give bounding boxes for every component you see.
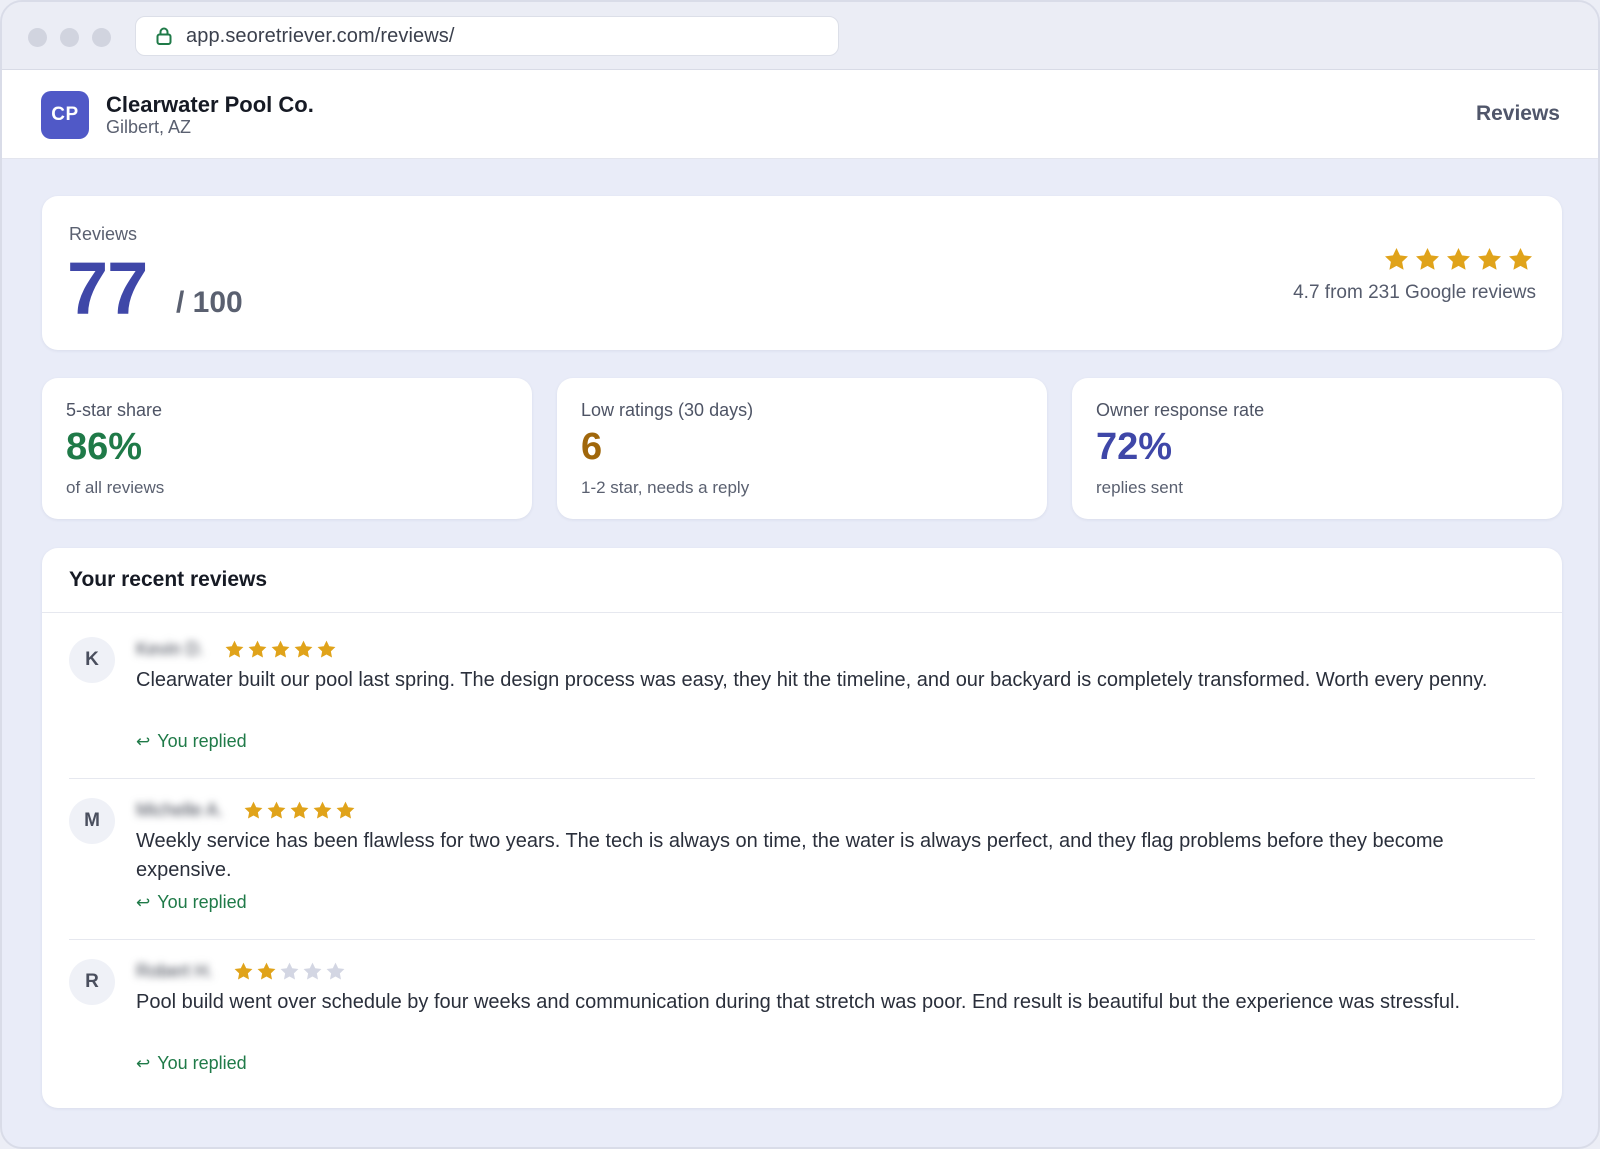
star-icon (313, 801, 332, 818)
star-icon (280, 962, 299, 979)
divider (42, 612, 1562, 613)
address-bar[interactable]: app.seoretriever.com/reviews/ (135, 16, 839, 56)
reviewer-name-blurred: Robert H. (136, 960, 214, 981)
score-value: 77 (67, 247, 148, 330)
nav-reviews-link[interactable]: Reviews (1476, 102, 1560, 126)
browser-chrome: app.seoretriever.com/reviews/ (2, 2, 1598, 70)
divider (69, 778, 1535, 779)
star-icon (303, 962, 322, 979)
star-icon (326, 962, 345, 979)
app-header: CP Clearwater Pool Co. Gilbert, AZ Revie… (2, 70, 1598, 159)
reply-status-label: You replied (157, 1053, 247, 1073)
reviewer-name-blurred: Michelle A. (136, 799, 224, 820)
reply-arrow-icon: ↩ (136, 731, 151, 751)
review-stars (243, 800, 356, 821)
star-icon (290, 801, 309, 818)
star-icon (1447, 248, 1470, 270)
star-icon (271, 640, 290, 657)
recent-reviews-title: Your recent reviews (69, 568, 268, 591)
metric-card-low-ratings: Low ratings (30 days) 6 1-2 star, needs … (557, 378, 1047, 519)
review-text: Pool build went over schedule by four we… (136, 991, 1461, 1013)
star-icon (1416, 248, 1439, 270)
lock-icon (156, 27, 172, 45)
metric-subtext: of all reviews (66, 478, 165, 497)
window-minimize-dot[interactable] (60, 28, 79, 47)
metric-label: Low ratings (30 days) (581, 400, 754, 420)
metric-value: 6 (581, 426, 603, 468)
metric-card-response-rate: Owner response rate 72% replies sent (1072, 378, 1562, 519)
reply-arrow-icon: ↩ (136, 892, 151, 912)
star-icon (267, 801, 286, 818)
reviews-score-card: Reviews 77 / 100 4.7 from 231 Google rev… (42, 196, 1562, 350)
score-label: Reviews (69, 224, 138, 244)
metric-subtext: replies sent (1096, 478, 1183, 497)
business-logo: CP (41, 91, 89, 139)
star-icon (317, 640, 336, 657)
metric-value: 72% (1096, 426, 1173, 468)
review-text: Weekly service has been flawless for two… (136, 830, 1444, 881)
recent-reviews-card: Your recent reviews K Kevin D. Clearwate… (42, 548, 1562, 1108)
reply-status-label: You replied (157, 731, 247, 751)
star-icon (1478, 248, 1501, 270)
google-rating-stars (1383, 246, 1534, 273)
metric-label: Owner response rate (1096, 400, 1265, 420)
star-icon (244, 801, 263, 818)
reviewer-avatar: K (69, 637, 115, 683)
reply-arrow-icon: ↩ (136, 1053, 151, 1073)
google-rating-text: 4.7 from 231 Google reviews (1293, 282, 1536, 303)
window-close-dot[interactable] (28, 28, 47, 47)
star-icon (257, 962, 276, 979)
reply-status[interactable]: ↩ You replied (136, 1053, 247, 1074)
reviewer-avatar: R (69, 959, 115, 1005)
review-text: Clearwater built our pool last spring. T… (136, 669, 1488, 691)
star-icon (225, 640, 244, 657)
star-icon (1385, 248, 1408, 270)
review-stars (233, 961, 346, 982)
reply-status[interactable]: ↩ You replied (136, 892, 247, 913)
review-stars (224, 639, 337, 660)
metric-subtext: 1-2 star, needs a reply (581, 478, 750, 497)
reviewer-name-blurred: Kevin D. (136, 638, 205, 659)
browser-window: app.seoretriever.com/reviews/ CP Clearwa… (0, 0, 1600, 1149)
business-location: Gilbert, AZ (106, 117, 192, 137)
url-text: app.seoretriever.com/reviews/ (186, 24, 455, 47)
metric-value: 86% (66, 426, 143, 468)
star-icon (248, 640, 267, 657)
reply-status-label: You replied (157, 892, 247, 912)
star-icon (1509, 248, 1532, 270)
star-icon (336, 801, 355, 818)
reviewer-avatar: M (69, 798, 115, 844)
divider (69, 939, 1535, 940)
window-maximize-dot[interactable] (92, 28, 111, 47)
metric-label: 5-star share (66, 400, 163, 420)
star-icon (294, 640, 313, 657)
reply-status[interactable]: ↩ You replied (136, 731, 247, 752)
star-icon (234, 962, 253, 979)
business-name: Clearwater Pool Co. (106, 92, 314, 117)
score-max: / 100 (176, 286, 243, 319)
metric-card-five-star-share: 5-star share 86% of all reviews (42, 378, 532, 519)
